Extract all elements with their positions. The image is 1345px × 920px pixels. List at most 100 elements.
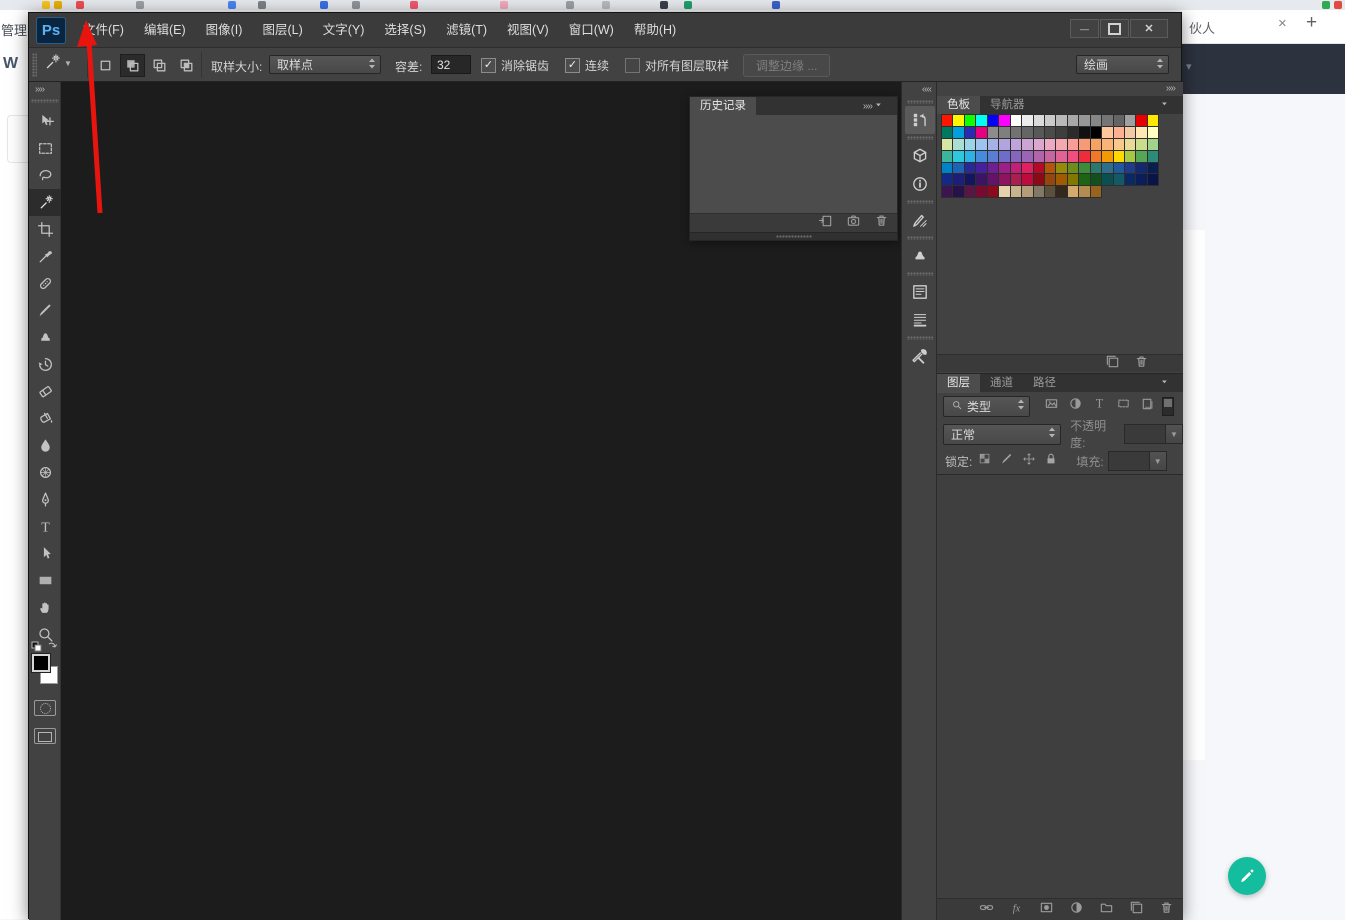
- new-doc-from-state-button[interactable]: [818, 213, 833, 233]
- checkbox-option-2[interactable]: 对所有图层取样: [625, 57, 729, 74]
- delete-trash-button[interactable]: [874, 213, 889, 233]
- browser-favicon[interactable]: [772, 1, 780, 9]
- color-swatch[interactable]: [1011, 151, 1022, 163]
- color-swatch[interactable]: [1079, 186, 1090, 198]
- adjustment-button[interactable]: [1069, 900, 1084, 920]
- snapshot-camera-button[interactable]: [846, 213, 861, 233]
- color-swatch[interactable]: [1022, 115, 1033, 127]
- color-swatch[interactable]: [1034, 127, 1045, 139]
- rect-marquee-tool[interactable]: [29, 135, 61, 162]
- add-selection-button[interactable]: [120, 54, 145, 77]
- tab-layers[interactable]: 图层: [937, 374, 980, 393]
- tab-channels[interactable]: 通道: [980, 374, 1023, 393]
- edit-fab-button[interactable]: [1228, 857, 1266, 895]
- menu-item-3[interactable]: 图层(L): [252, 13, 312, 48]
- color-swatch[interactable]: [1011, 127, 1022, 139]
- new-selection-button[interactable]: [93, 54, 118, 77]
- color-swatch[interactable]: [1148, 115, 1159, 127]
- color-swatch[interactable]: [1102, 151, 1113, 163]
- color-swatch[interactable]: [1022, 151, 1033, 163]
- color-swatch[interactable]: [976, 115, 987, 127]
- panel-drag-bar[interactable]: [690, 232, 897, 240]
- browser-favicon[interactable]: [42, 1, 50, 9]
- paragraph-panel-dock-button[interactable]: [905, 306, 935, 334]
- character-panel-dock-button[interactable]: [905, 278, 935, 306]
- color-swatch[interactable]: [1102, 174, 1113, 186]
- panel-menu-icon[interactable]: [875, 97, 891, 115]
- color-swatch[interactable]: [1034, 174, 1045, 186]
- color-swatch[interactable]: [1056, 139, 1067, 151]
- color-swatch[interactable]: [999, 151, 1010, 163]
- color-swatch[interactable]: [1022, 174, 1033, 186]
- hand-tool[interactable]: [29, 594, 61, 621]
- color-swatch[interactable]: [1045, 163, 1056, 175]
- new-tab-icon[interactable]: +: [1306, 12, 1317, 34]
- filter-toggle-switch[interactable]: [1162, 397, 1174, 416]
- color-swatch[interactable]: [1102, 163, 1113, 175]
- color-swatch[interactable]: [988, 151, 999, 163]
- fill-combo[interactable]: ▼: [1108, 451, 1167, 471]
- color-swatch[interactable]: [988, 174, 999, 186]
- color-swatch[interactable]: [1125, 139, 1136, 151]
- color-swatch[interactable]: [1114, 115, 1125, 127]
- menu-item-6[interactable]: 滤镜(T): [436, 13, 497, 48]
- color-swatch[interactable]: [1114, 163, 1125, 175]
- color-swatch[interactable]: [1125, 163, 1136, 175]
- pen-tool[interactable]: [29, 486, 61, 513]
- expand-chevrons-icon[interactable]: »»: [35, 84, 44, 95]
- menu-item-4[interactable]: 文字(Y): [313, 13, 375, 48]
- color-swatch[interactable]: [976, 174, 987, 186]
- color-swatch[interactable]: [942, 127, 953, 139]
- quick-mask-button[interactable]: [34, 700, 56, 716]
- link-button[interactable]: [979, 900, 994, 920]
- color-swatch[interactable]: [942, 163, 953, 175]
- color-swatch[interactable]: [1056, 115, 1067, 127]
- sample-size-dropdown[interactable]: 取样点: [269, 55, 381, 74]
- grip-handle[interactable]: [907, 336, 933, 340]
- color-swatch[interactable]: [965, 115, 976, 127]
- opacity-combo[interactable]: ▼: [1124, 424, 1183, 444]
- color-swatch[interactable]: [942, 115, 953, 127]
- color-swatch[interactable]: [1114, 139, 1125, 151]
- magic-wand-tool[interactable]: [29, 189, 61, 216]
- color-swatch[interactable]: [988, 163, 999, 175]
- color-swatch[interactable]: [1148, 127, 1159, 139]
- color-swatch[interactable]: [999, 115, 1010, 127]
- browser-favicon[interactable]: [1322, 1, 1330, 9]
- color-swatch[interactable]: [942, 151, 953, 163]
- color-swatch[interactable]: [1136, 163, 1147, 175]
- browser-favicon[interactable]: [258, 1, 266, 9]
- color-swatch[interactable]: [988, 115, 999, 127]
- browser-favicon[interactable]: [1334, 1, 1342, 9]
- color-swatch[interactable]: [976, 186, 987, 198]
- materials-dock-button[interactable]: [905, 142, 935, 170]
- color-swatch[interactable]: [1136, 151, 1147, 163]
- lock-position-button[interactable]: [1022, 452, 1036, 471]
- color-swatch[interactable]: [1034, 115, 1045, 127]
- color-swatch[interactable]: [1068, 174, 1079, 186]
- dodge-tool[interactable]: [29, 459, 61, 486]
- paint-bucket-tool[interactable]: [29, 405, 61, 432]
- color-swatch[interactable]: [976, 151, 987, 163]
- color-swatch[interactable]: [976, 163, 987, 175]
- move-tool[interactable]: [29, 108, 61, 135]
- checkbox-option-0[interactable]: ✓消除锯齿: [481, 57, 549, 74]
- color-swatch[interactable]: [942, 186, 953, 198]
- browser-favicon[interactable]: [684, 1, 692, 9]
- color-swatch[interactable]: [942, 174, 953, 186]
- lock-transparency-button[interactable]: [978, 452, 992, 471]
- shape-tool[interactable]: [29, 567, 61, 594]
- color-swatch[interactable]: [1034, 186, 1045, 198]
- color-swatch[interactable]: [1022, 186, 1033, 198]
- tolerance-input[interactable]: 32: [431, 55, 471, 74]
- layer-filter-dropdown[interactable]: 类型: [943, 396, 1030, 417]
- lock-pixels-button[interactable]: [1000, 452, 1014, 471]
- color-swatch[interactable]: [1068, 127, 1079, 139]
- close-button[interactable]: ✕: [1130, 19, 1168, 38]
- color-swatch[interactable]: [1114, 174, 1125, 186]
- group-folder-button[interactable]: [1099, 900, 1114, 920]
- color-swatch[interactable]: [976, 139, 987, 151]
- color-swatch[interactable]: [1148, 151, 1159, 163]
- intersect-selection-button[interactable]: [174, 54, 199, 77]
- color-swatch[interactable]: [953, 127, 964, 139]
